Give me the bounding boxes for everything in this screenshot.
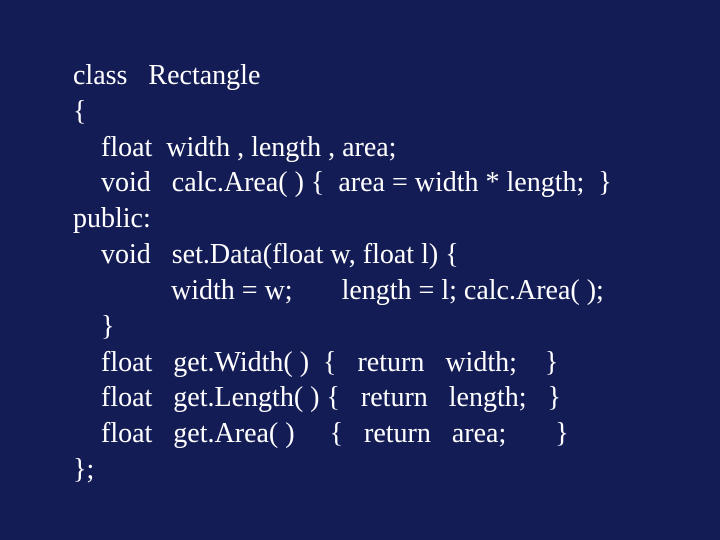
code-line-12: }; — [73, 452, 665, 488]
code-line-1: class Rectangle — [73, 58, 665, 94]
code-line-2: { — [73, 94, 665, 130]
code-line-9: float get.Width( ) { return width; } — [73, 345, 665, 381]
code-line-6: void set.Data(float w, float l) { — [73, 237, 665, 273]
code-line-7: width = w; length = l; calc.Area( ); — [73, 273, 665, 309]
code-slide: class Rectangle { float width , length ,… — [0, 0, 720, 540]
code-line-3: float width , length , area; — [73, 130, 665, 166]
code-line-4: void calc.Area( ) { area = width * lengt… — [73, 165, 665, 201]
code-line-11: float get.Area( ) { return area; } — [73, 416, 665, 452]
code-line-8: } — [73, 309, 665, 345]
code-line-5: public: — [73, 201, 665, 237]
code-line-10: float get.Length( ) { return length; } — [73, 380, 665, 416]
